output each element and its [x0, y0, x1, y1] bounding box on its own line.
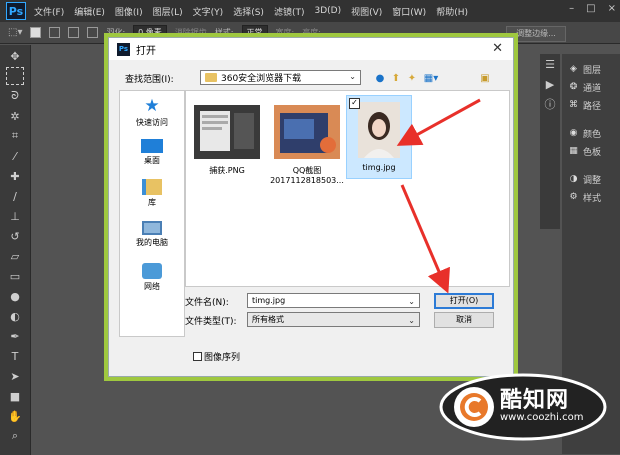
- arrow-to-open-button: [400, 184, 450, 294]
- watermark-url: www.coozhi.com: [500, 412, 584, 423]
- arrow-to-file: [396, 98, 481, 146]
- watermark-title: 酷知网: [500, 388, 570, 413]
- watermark-logo: 酷知网 www.coozhi.com: [438, 372, 608, 442]
